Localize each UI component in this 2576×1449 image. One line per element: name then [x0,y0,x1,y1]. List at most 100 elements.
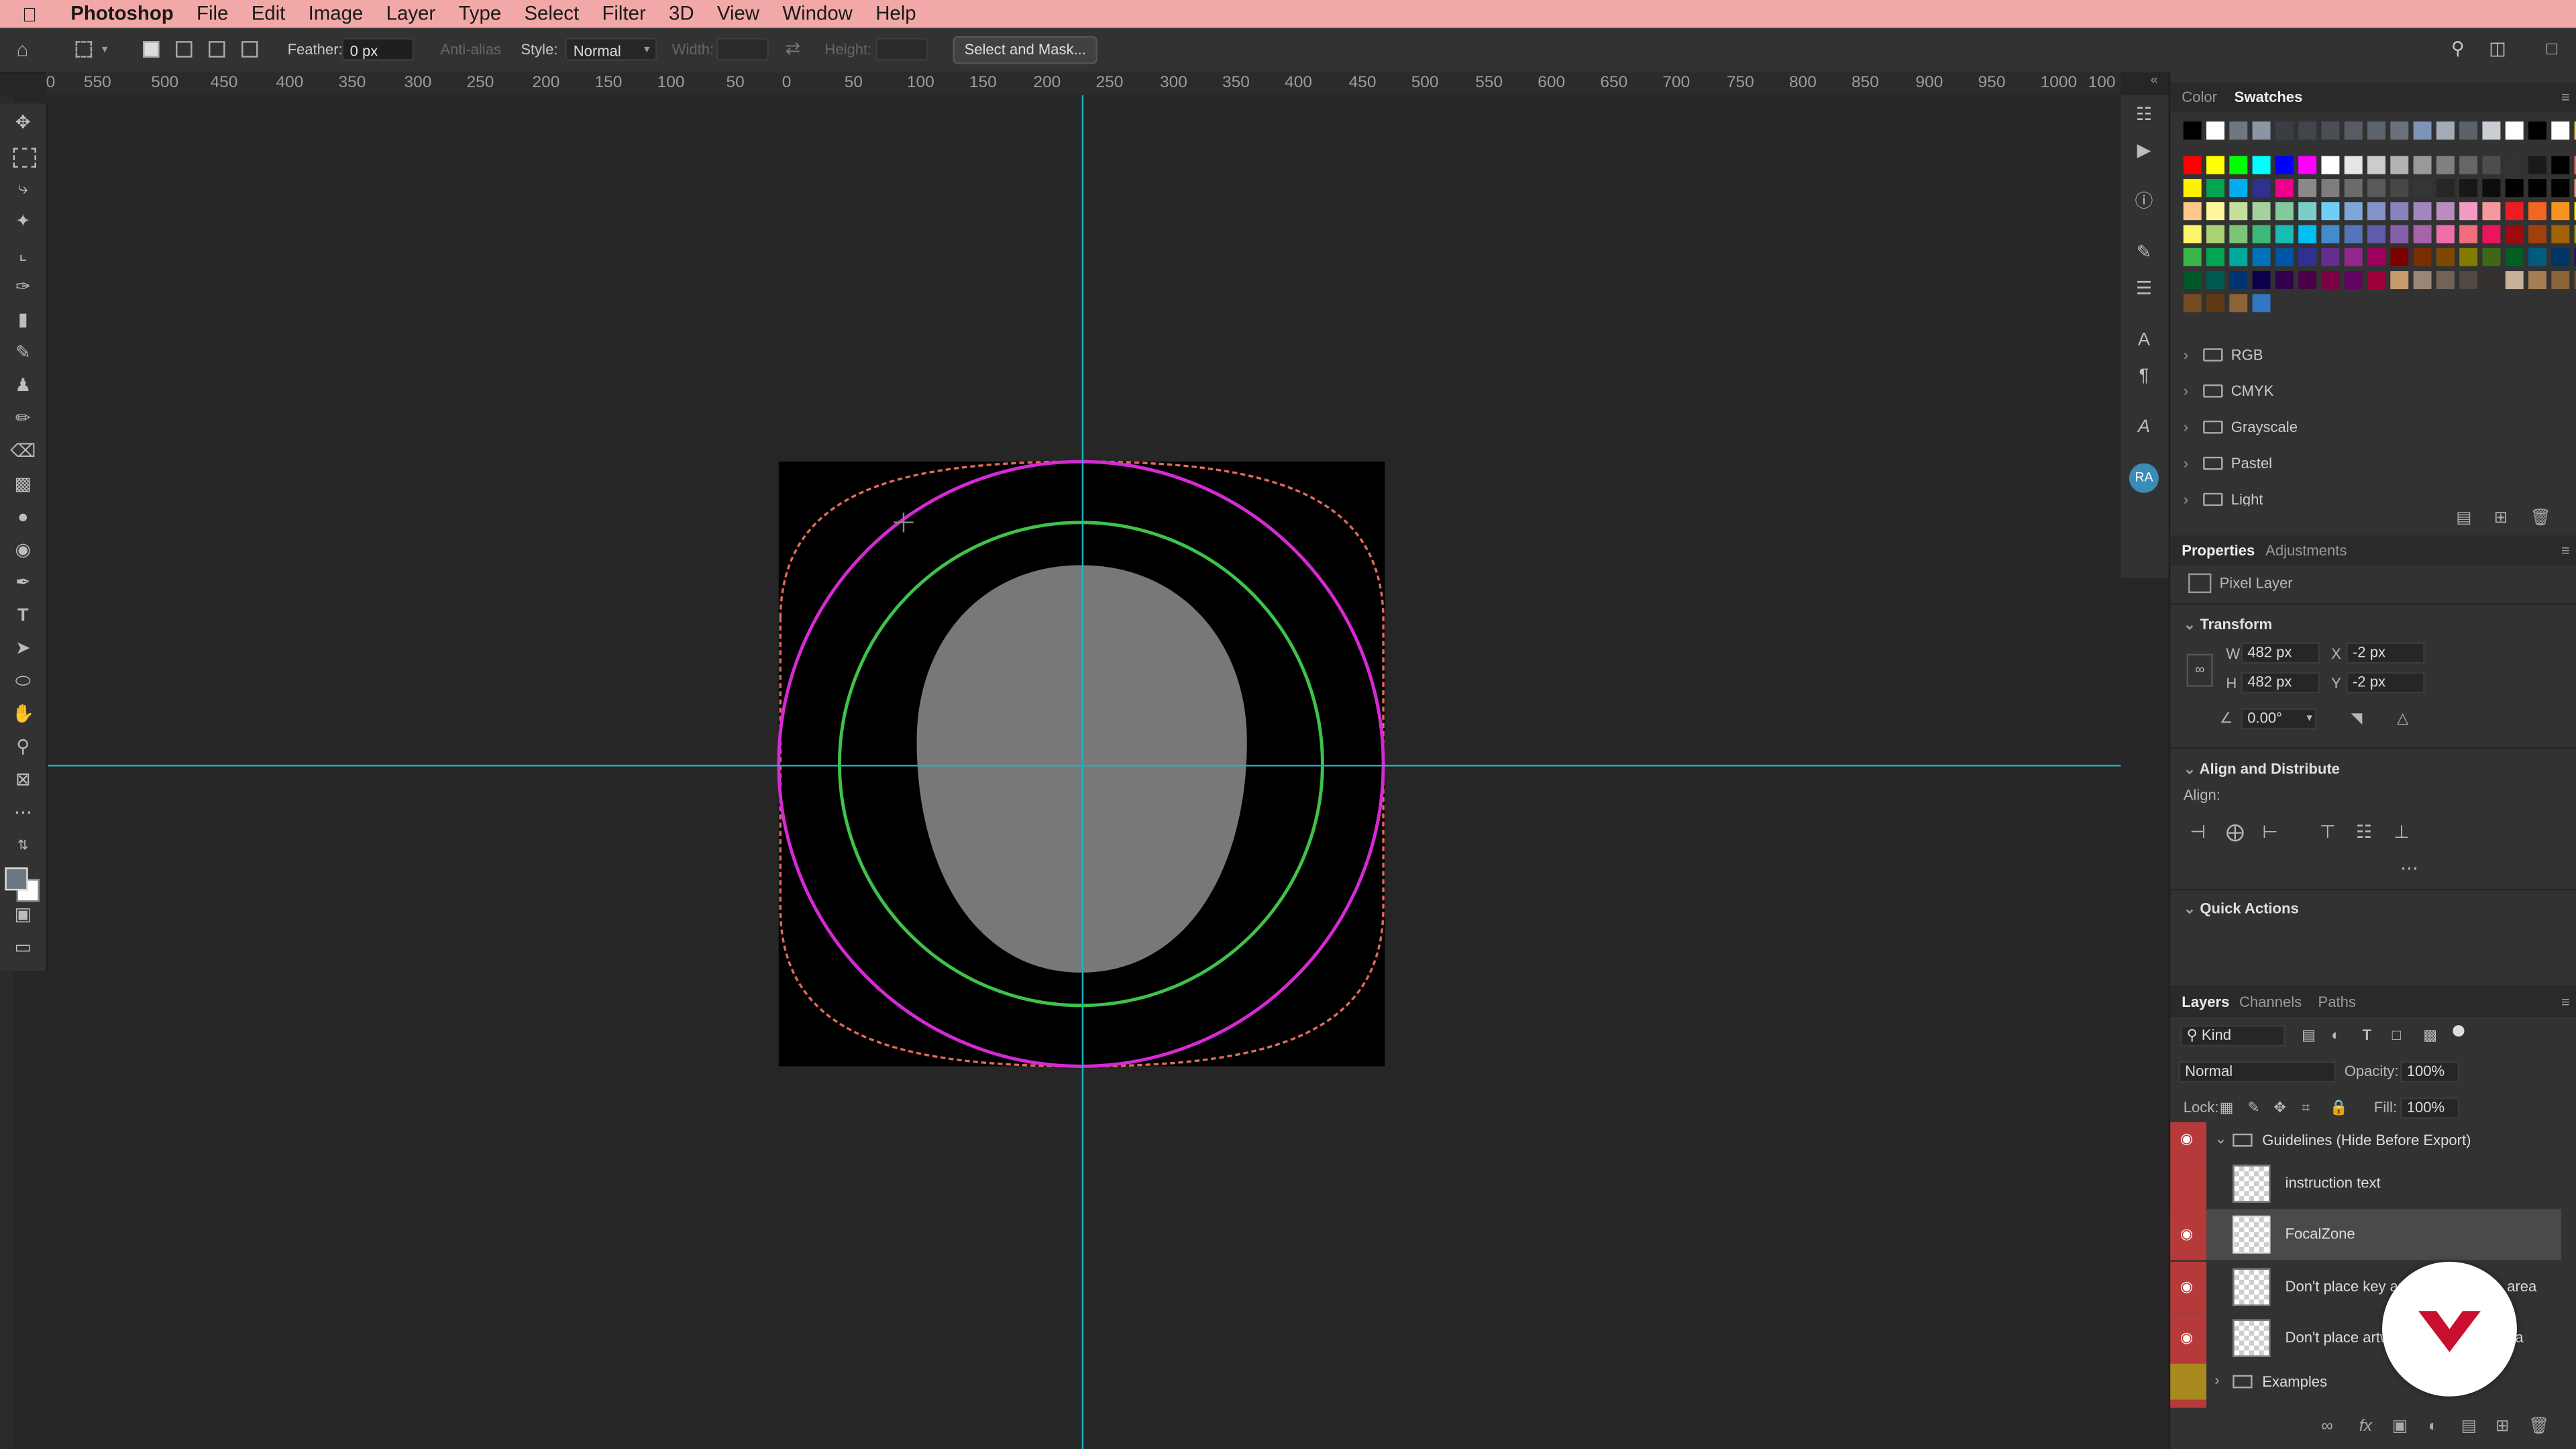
hand-tool-icon[interactable]: ✋ [10,702,36,728]
fill-input[interactable]: 100% [2400,1097,2460,1119]
color-swatch[interactable] [2482,271,2501,290]
color-swatch[interactable] [2206,178,2224,197]
color-swatch[interactable] [2229,225,2248,244]
color-swatch[interactable] [2183,271,2202,290]
color-swatch[interactable] [2252,178,2271,197]
color-swatch[interactable] [2551,202,2570,221]
chevron-down-icon[interactable]: ▾ [102,28,108,72]
tab-swatches[interactable]: Swatches [2235,82,2303,111]
opacity-input[interactable]: 100% [2400,1061,2460,1083]
color-swatch[interactable] [2413,248,2432,266]
color-swatch[interactable] [2229,271,2248,290]
marquee-tool-preset-icon[interactable] [75,41,93,58]
swap-colors-icon[interactable]: ⇅ [10,833,36,859]
workspace-icon[interactable]: ◫ [2489,28,2506,72]
history-brush-icon[interactable]: ✏ [10,406,36,432]
color-swatch[interactable] [2206,121,2224,140]
more-tools-icon[interactable]: ⋯ [10,800,36,826]
color-swatch[interactable] [2344,156,2363,174]
history-panel-icon[interactable]: ☷ [2131,102,2157,128]
new-layer-icon[interactable]: ⊞ [2496,1417,2510,1436]
add-mask-icon[interactable]: ▣ [2392,1417,2408,1436]
color-swatch[interactable] [2390,178,2409,197]
color-swatch[interactable] [2321,248,2340,266]
menu-type[interactable]: Type [447,0,513,28]
chevron-down-icon[interactable]: ⌄ [2214,1130,2226,1148]
color-swatch[interactable] [2321,225,2340,244]
dodge-tool-icon[interactable]: ◉ [10,537,36,564]
filter-smart-icon[interactable]: ▩ [2423,1027,2437,1045]
color-swatch[interactable] [2321,121,2340,140]
blend-mode-select[interactable]: Normal [2178,1061,2337,1083]
color-swatch[interactable] [2344,121,2363,140]
menu-help[interactable]: Help [864,0,928,28]
color-swatch[interactable] [2229,294,2248,313]
color-swatch[interactable] [2528,121,2546,140]
filter-pixel-icon[interactable]: ▤ [2302,1027,2316,1045]
foreground-color-swatch[interactable] [5,867,28,891]
frame-tool-icon[interactable]: ⊠ [10,767,36,794]
tab-adjustments[interactable]: Adjustments [2265,535,2347,565]
color-swatch[interactable] [2413,225,2432,244]
clone-stamp-icon[interactable]: ♟ [10,373,36,399]
layer-filter-select[interactable]: ⚲ Kind [2180,1025,2286,1047]
color-swatch[interactable] [2482,202,2501,221]
color-swatch[interactable] [2528,156,2546,174]
flip-vertical-icon[interactable]: △ [2397,710,2408,728]
color-swatch[interactable] [2367,271,2385,290]
color-swatch[interactable] [2206,202,2224,221]
color-swatch[interactable] [2459,271,2478,290]
menu-window[interactable]: Window [771,0,864,28]
crop-tool-icon[interactable]: ⌞ [10,241,36,268]
color-swatch[interactable] [2206,271,2224,290]
color-swatch[interactable] [2459,202,2478,221]
marquee-tool-icon[interactable] [13,148,36,168]
align-left-icon[interactable]: ⊣ [2190,822,2206,843]
color-swatch[interactable] [2252,294,2271,313]
angle-chevron-icon[interactable]: ▾ [2306,711,2312,724]
color-swatch[interactable] [2298,156,2317,174]
new-adjustment-icon[interactable]: ◐ [2428,1417,2438,1436]
lock-all-icon[interactable]: 🔒 [2330,1099,2348,1117]
gradient-tool-icon[interactable]: ▩ [10,472,36,498]
menu-image[interactable]: Image [297,0,375,28]
color-swatch[interactable] [2275,121,2294,140]
tab-layers[interactable]: Layers [2182,987,2229,1017]
menu-layer[interactable]: Layer [374,0,447,28]
healing-brush-icon[interactable]: ▮ [10,307,36,333]
color-swatch[interactable] [2321,178,2340,197]
zoom-tool-icon[interactable]: ⚲ [10,735,36,761]
color-swatch[interactable] [2436,248,2455,266]
color-swatch[interactable] [2183,121,2202,140]
color-swatch[interactable] [2505,271,2524,290]
link-layers-icon[interactable]: ∞ [2321,1417,2332,1436]
color-swatch[interactable] [2298,202,2317,221]
color-swatch[interactable] [2413,156,2432,174]
color-swatch[interactable] [2459,178,2478,197]
layer-focalzone[interactable]: ◉ FocalZone [2170,1209,2561,1260]
new-group-folder-icon[interactable]: ▤ [2456,509,2471,527]
color-swatch[interactable] [2528,271,2546,290]
transform-section-header[interactable]: ⌄ Transform [2184,616,2272,634]
color-swatch[interactable] [2183,225,2202,244]
angle-input[interactable]: 0.00° [2241,708,2317,730]
tab-paths[interactable]: Paths [2318,987,2356,1017]
color-swatch[interactable] [2321,156,2340,174]
eyedropper-icon[interactable]: ✑ [10,274,36,301]
filter-adjustment-icon[interactable]: ◐ [2331,1027,2340,1043]
height-input[interactable] [875,38,928,61]
color-swatch[interactable] [2229,202,2248,221]
color-swatch[interactable] [2298,121,2317,140]
align-right-icon[interactable]: ⊢ [2262,822,2277,843]
color-swatch[interactable] [2298,271,2317,290]
brush-tool-icon[interactable]: ✎ [10,340,36,366]
color-swatch[interactable] [2367,178,2385,197]
panel-menu-icon[interactable]: ≡ [2561,82,2570,111]
delete-layer-icon[interactable]: 🗑 [2528,1417,2549,1436]
quick-mask-icon[interactable]: ▣ [10,902,36,928]
lock-image-icon[interactable]: ✎ [2247,1099,2259,1117]
color-swatch[interactable] [2206,294,2224,313]
new-selection-icon[interactable] [143,41,160,58]
menu-filter[interactable]: Filter [590,0,657,28]
color-swatch[interactable] [2528,225,2546,244]
